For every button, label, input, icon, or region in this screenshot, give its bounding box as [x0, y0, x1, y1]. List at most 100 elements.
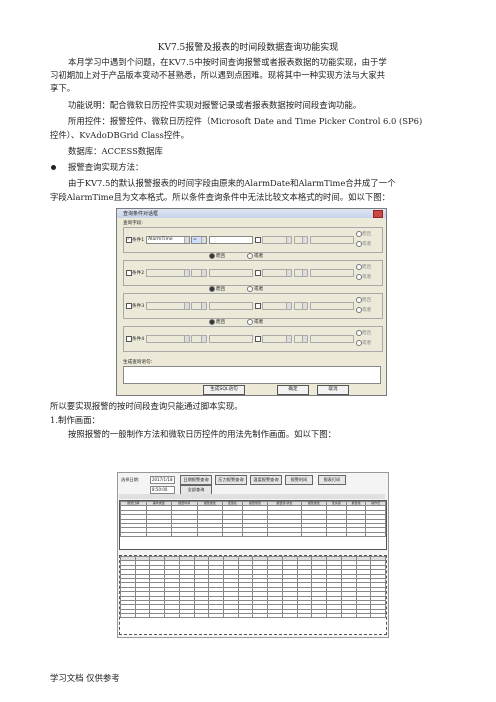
paragraph-line: 控件）、KvAdoDBGrid Class控件。	[50, 130, 189, 140]
value-select[interactable]	[262, 302, 292, 310]
report-print-button[interactable]: 报表打印	[318, 475, 346, 485]
and-radio-selected[interactable]	[209, 286, 215, 292]
chevron-down-icon	[286, 237, 291, 243]
condition-group-3: 条件3 而且 或者	[123, 293, 383, 319]
doc-title: KV7.5报警及报表的时间段数据查询功能实现	[157, 43, 339, 53]
field-select[interactable]: AlarmTime	[146, 236, 190, 244]
paragraph-line: 按照报警的一般制作方法和微软日历控件的用法先制作画面。如以下图：	[68, 429, 336, 439]
and-checkbox[interactable]	[255, 237, 261, 243]
sql-textarea[interactable]	[123, 366, 381, 384]
paragraph-line: 所以要实现报警的按时间段查询只能通过脚本实现。	[50, 401, 243, 411]
paragraph-line: 习初期加上对于产品版本变动不甚熟悉，所以遇到点困难。现将其中一种实现方法与大家共	[50, 70, 385, 80]
value-select[interactable]	[262, 335, 292, 343]
chevron-down-icon	[201, 270, 206, 276]
dialog-title: 查询条件对话框	[123, 211, 159, 217]
or-radio[interactable]	[247, 286, 253, 292]
ok-button[interactable]: 确定	[277, 385, 309, 395]
value-select-2[interactable]	[262, 236, 292, 244]
bullet-icon	[51, 165, 56, 170]
paragraph-line: 功能说明：配合微软日历控件实现对报警记录或者报表数据按时间段查询功能。	[68, 100, 362, 110]
or-label: 或者	[254, 320, 264, 325]
chevron-down-icon	[286, 336, 291, 342]
grid-toolbar	[119, 494, 385, 499]
report-table	[120, 556, 386, 619]
paragraph-line: 所用控件：报警控件、微软日历控件（Microsoft Date and Time…	[68, 116, 423, 126]
dialog-titlebar: 查询条件对话框	[117, 209, 386, 218]
section-heading: 报警查询实现方法：	[68, 162, 144, 172]
and-checkbox[interactable]	[255, 270, 261, 276]
and-label: 而且	[216, 287, 226, 292]
report-grid[interactable]	[119, 555, 387, 635]
condition-3-label: 条件3	[132, 304, 145, 309]
chevron-down-icon	[184, 237, 189, 243]
paragraph-line: 数据库：ACCESS数据库	[68, 146, 163, 156]
field-select[interactable]	[146, 302, 190, 310]
value-select[interactable]	[262, 269, 292, 277]
and-checkbox[interactable]	[255, 303, 261, 309]
or-radio-label: 或者	[362, 275, 372, 280]
chevron-down-icon	[184, 336, 189, 342]
condition-2-label: 条件2	[132, 271, 145, 276]
or-label: 或者	[254, 254, 264, 259]
and-label: 而且	[216, 320, 226, 325]
date-picker[interactable]: 2017/1/18	[150, 476, 175, 484]
and-checkbox[interactable]	[255, 336, 261, 342]
value-input[interactable]	[209, 269, 253, 277]
value-input-1[interactable]	[209, 236, 253, 244]
close-icon[interactable]	[373, 210, 383, 218]
alarm-time-button[interactable]: 报警时间	[285, 475, 313, 485]
or-radio[interactable]	[247, 253, 253, 259]
operator-select[interactable]	[191, 269, 207, 277]
operator-select[interactable]	[191, 335, 207, 343]
condition-1-label: 条件1	[132, 238, 145, 243]
temp-alarm-button[interactable]: 温度报警查询	[250, 475, 282, 485]
paragraph-line: 由于KV7.5的默认报警报表的时间字段由原来的AlarmDate和AlarmTi…	[68, 178, 396, 188]
and-radio-label: 而且	[362, 265, 372, 270]
condition-group-2: 条件2 而且 或者	[123, 260, 383, 286]
and-radio-label: 而且	[362, 331, 372, 336]
chevron-down-icon	[201, 336, 206, 342]
chevron-down-icon	[201, 237, 206, 243]
or-radio-label: 或者	[362, 242, 372, 247]
condition-group-1: ✓ 条件1 AlarmTime = 而且 或者	[123, 227, 383, 253]
alarm-query-form: 选择日期: 2017/1/18 8:50:00 日期报警查询 全部查询 压力报警…	[117, 472, 389, 638]
and-label: 而且	[216, 254, 226, 259]
and-radio-selected[interactable]	[209, 253, 215, 259]
chevron-down-icon	[286, 270, 291, 276]
chevron-down-icon	[302, 270, 307, 276]
or-radio[interactable]	[247, 319, 253, 325]
field-select[interactable]	[146, 335, 190, 343]
table-row	[120, 613, 386, 619]
date-alarm-query-button[interactable]: 日期报警查询	[180, 475, 212, 485]
field-select[interactable]	[146, 269, 190, 277]
operator-select-value: =	[193, 237, 197, 242]
condition-4-label: 条件4	[132, 337, 145, 342]
chevron-down-icon	[184, 303, 189, 309]
paragraph-line: 本月学习中遇到个问题，在KV7.5中按时间查询报警或者报表数据的功能实现，由于学	[68, 57, 387, 67]
value-input[interactable]	[310, 302, 354, 310]
or-label: 或者	[254, 287, 264, 292]
chevron-down-icon	[286, 303, 291, 309]
cancel-button[interactable]: 取消	[317, 385, 349, 395]
value-input-2[interactable]	[310, 236, 354, 244]
operator-select[interactable]: =	[191, 236, 207, 244]
and-radio-label: 而且	[362, 232, 372, 237]
operator-select[interactable]	[294, 335, 308, 343]
and-radio-label: 而且	[362, 298, 372, 303]
pressure-alarm-button[interactable]: 压力报警查询	[215, 475, 247, 485]
operator-select-2[interactable]	[294, 236, 308, 244]
generate-sql-button[interactable]: 生成SQL语句	[203, 385, 245, 395]
operator-select[interactable]	[294, 269, 308, 277]
operator-select[interactable]	[191, 302, 207, 310]
time-picker[interactable]: 8:50:00	[150, 486, 175, 494]
value-input[interactable]	[209, 335, 253, 343]
page-footer: 学习文档 仅供参考	[50, 673, 120, 683]
value-input[interactable]	[310, 269, 354, 277]
value-input[interactable]	[209, 302, 253, 310]
chevron-down-icon	[302, 336, 307, 342]
operator-select[interactable]	[294, 302, 308, 310]
and-radio-selected[interactable]	[209, 319, 215, 325]
alarm-grid[interactable]: 报警日期 事件类型 报警时间 报警类型 变量名 报警限值 报警值/状态 报警类型…	[119, 500, 387, 550]
value-input[interactable]	[310, 335, 354, 343]
condition-group-4: 条件4 而且 或者	[123, 326, 383, 352]
